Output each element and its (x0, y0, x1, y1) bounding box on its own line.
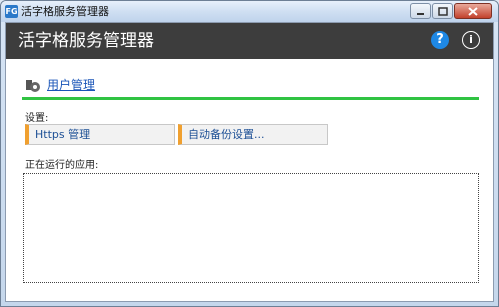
minimize-icon (417, 12, 424, 15)
window-controls (410, 3, 492, 19)
user-management-icon (26, 80, 40, 92)
minimize-button[interactable] (410, 3, 431, 19)
app-window: FG 活字格服务管理器 活字格服务管理器 ? i 用户管理 设置: Https … (0, 0, 499, 307)
user-management-link[interactable]: 用户管理 (47, 77, 95, 93)
help-icon[interactable]: ? (431, 31, 449, 49)
running-apps-label: 正在运行的应用: (25, 160, 99, 171)
page-title: 活字格服务管理器 (18, 31, 154, 51)
header-bar: 活字格服务管理器 ? i (6, 23, 493, 59)
settings-label: 设置: (25, 113, 49, 124)
info-icon[interactable]: i (462, 31, 480, 49)
running-apps-list[interactable] (23, 173, 479, 283)
maximize-icon (437, 6, 448, 16)
main-content: 活字格服务管理器 ? i 用户管理 设置: Https 管理 自动备份设置...… (5, 22, 494, 302)
maximize-button[interactable] (432, 3, 453, 19)
title-bar[interactable]: FG 活字格服务管理器 (1, 1, 498, 22)
close-icon (468, 6, 478, 16)
app-icon: FG (5, 5, 18, 18)
auto-backup-settings-button[interactable]: 自动备份设置... (178, 124, 328, 145)
close-button[interactable] (454, 3, 492, 19)
section-divider (22, 97, 479, 100)
https-management-button[interactable]: Https 管理 (25, 124, 175, 145)
window-title: 活字格服务管理器 (21, 5, 109, 18)
